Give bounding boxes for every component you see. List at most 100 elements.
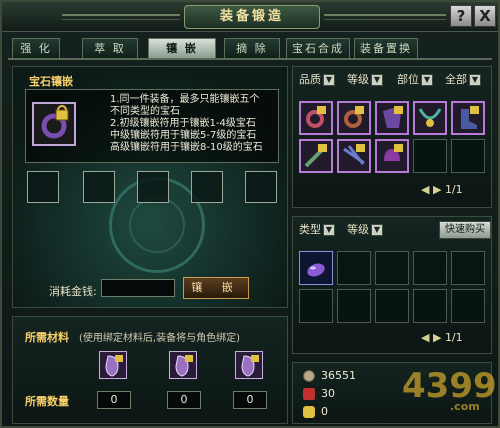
gem-slot[interactable] — [375, 289, 409, 323]
material-slot[interactable] — [169, 351, 197, 379]
forging-window: 装备锻造 ? X 强 化 萃 取 镶 嵌 摘 除 宝石合成 装备置换 宝石镶嵌 … — [0, 0, 500, 428]
rule-line: 高级镶嵌符用于镶嵌8-10级的宝石 — [110, 142, 263, 153]
gem-slot[interactable] — [27, 171, 59, 203]
gem-inventory: 类型 ▼ 等级 ▼ 快速购买 ◀ ▶ 1/1 — [292, 216, 492, 354]
page-indicator: 1/1 — [444, 331, 463, 344]
gem-slot[interactable] — [413, 251, 447, 285]
filter-level[interactable]: 等级 ▼ — [347, 71, 383, 87]
coin-icon — [303, 370, 315, 382]
necklace-icon — [418, 108, 442, 127]
tab-enhance[interactable]: 强 化 — [12, 38, 60, 58]
gold-amount: 36551 — [321, 369, 356, 382]
gem-item[interactable] — [299, 251, 333, 285]
inventory-item[interactable] — [375, 101, 409, 135]
gem-slot[interactable] — [451, 251, 485, 285]
tab-extract[interactable]: 萃 取 — [82, 38, 138, 58]
site-watermark: 4399 .com — [402, 366, 497, 413]
inventory-slot[interactable] — [451, 139, 485, 173]
dropdown-arrow-icon: ▼ — [323, 74, 335, 86]
materials-panel: 所需材料 (使用绑定材料后,装备将与角色绑定) 所需数量 0 0 0 — [12, 316, 288, 424]
gem-slot[interactable] — [451, 289, 485, 323]
gem-slot[interactable] — [191, 171, 223, 203]
helmet-icon — [384, 144, 403, 161]
cost-label: 消耗金钱: — [49, 285, 97, 298]
equipment-slot[interactable] — [32, 102, 76, 146]
inlay-rules: 1.同一件装备，最多只能镶嵌五个 不同类型的宝石 2.初级镶嵌符用于镶嵌1-4级… — [110, 94, 280, 154]
tab-equip-swap[interactable]: 装备置换 — [354, 38, 418, 58]
quantity-label: 所需数量 — [25, 395, 69, 408]
gem-pager: ◀ ▶ 1/1 — [421, 331, 463, 344]
ring-icon — [344, 106, 364, 128]
prev-page-icon[interactable]: ◀ — [421, 331, 429, 344]
prev-page-icon[interactable]: ◀ — [421, 183, 429, 196]
inventory-item[interactable] — [413, 101, 447, 135]
next-page-icon[interactable]: ▶ — [433, 331, 441, 344]
ingot-icon — [303, 406, 315, 418]
ingot-row: 0 — [303, 405, 328, 418]
inventory-item[interactable] — [299, 139, 333, 173]
title-ornament-left — [62, 14, 180, 20]
materials-title: 所需材料 — [25, 331, 69, 344]
quantity-value: 0 — [97, 391, 131, 409]
inventory-item[interactable] — [337, 101, 371, 135]
dropdown-arrow-icon: ▼ — [323, 224, 335, 236]
inventory-slot[interactable] — [413, 139, 447, 173]
inlay-panel: 宝石镶嵌 1.同一件装备，最多只能镶嵌五个 不同类型的宝石 2.初级镶嵌符用于镶… — [12, 66, 288, 308]
inventory-item[interactable] — [375, 139, 409, 173]
dropdown-arrow-icon: ▼ — [421, 74, 433, 86]
quantity-value: 0 — [167, 391, 201, 409]
window-title: 装备锻造 — [184, 5, 320, 29]
decorative-ring-inner — [129, 197, 185, 253]
boots-icon — [461, 106, 479, 129]
filter-type[interactable]: 类型 ▼ — [299, 221, 335, 237]
rule-line: 2.初级镶嵌符用于镶嵌1-4级宝石 — [110, 118, 256, 129]
inventory-item[interactable] — [299, 101, 333, 135]
materials-note: (使用绑定材料后,装备将与角色绑定) — [79, 333, 240, 344]
gem-slot[interactable] — [137, 171, 169, 203]
tab-gem-synthesis[interactable]: 宝石合成 — [286, 38, 350, 58]
purple-gem-icon — [307, 263, 325, 277]
help-button[interactable]: ? — [450, 5, 472, 27]
inventory-item[interactable] — [451, 101, 485, 135]
gem-slot[interactable] — [337, 251, 371, 285]
amulet-icon — [41, 105, 69, 139]
talisman-icon — [241, 355, 259, 377]
inlay-button[interactable]: 镶 嵌 — [183, 277, 249, 299]
dropdown-arrow-icon: ▼ — [371, 74, 383, 86]
quick-buy-button[interactable]: 快速购买 — [439, 221, 491, 239]
rule-line: 中级镶嵌符用于镶嵌5-7级的宝石 — [110, 130, 257, 141]
inlay-section-title: 宝石镶嵌 — [29, 75, 73, 88]
material-slot[interactable] — [235, 351, 263, 379]
armor-icon — [383, 106, 403, 128]
talisman-icon — [105, 355, 123, 377]
material-slot[interactable] — [99, 351, 127, 379]
gem-slot[interactable] — [299, 289, 333, 323]
gem-slot[interactable] — [413, 289, 447, 323]
gold-row: 36551 — [303, 369, 356, 382]
close-button[interactable]: X — [474, 5, 496, 27]
next-page-icon[interactable]: ▶ — [433, 183, 441, 196]
gem-slot[interactable] — [337, 289, 371, 323]
tab-divider — [8, 58, 492, 60]
dropdown-arrow-icon: ▼ — [469, 74, 481, 86]
rule-line: 1.同一件装备，最多只能镶嵌五个 — [110, 94, 260, 105]
dropdown-arrow-icon: ▼ — [371, 224, 383, 236]
tab-remove[interactable]: 摘 除 — [224, 38, 280, 58]
gem-slot[interactable] — [375, 251, 409, 285]
inventory-pager: ◀ ▶ 1/1 — [421, 183, 463, 196]
amulet-icon — [306, 106, 326, 128]
filter-gem-level[interactable]: 等级 ▼ — [347, 221, 383, 237]
bound-gold-amount: 30 — [321, 387, 335, 400]
gift-icon — [303, 388, 315, 400]
gem-slot[interactable] — [245, 171, 277, 203]
gem-slot[interactable] — [83, 171, 115, 203]
tab-inlay[interactable]: 镶 嵌 — [148, 38, 216, 58]
filter-quality[interactable]: 品质 ▼ — [299, 71, 335, 87]
inventory-item[interactable] — [337, 139, 371, 173]
talisman-icon — [175, 355, 193, 377]
equipment-inventory: 品质 ▼ 等级 ▼ 部位 ▼ 全部 ▼ ◀ ▶ 1/1 — [292, 66, 492, 208]
title-ornament-right — [324, 14, 446, 20]
filter-all[interactable]: 全部 ▼ — [445, 71, 481, 87]
filter-slot[interactable]: 部位 ▼ — [397, 71, 433, 87]
weapon-icon — [304, 144, 327, 168]
